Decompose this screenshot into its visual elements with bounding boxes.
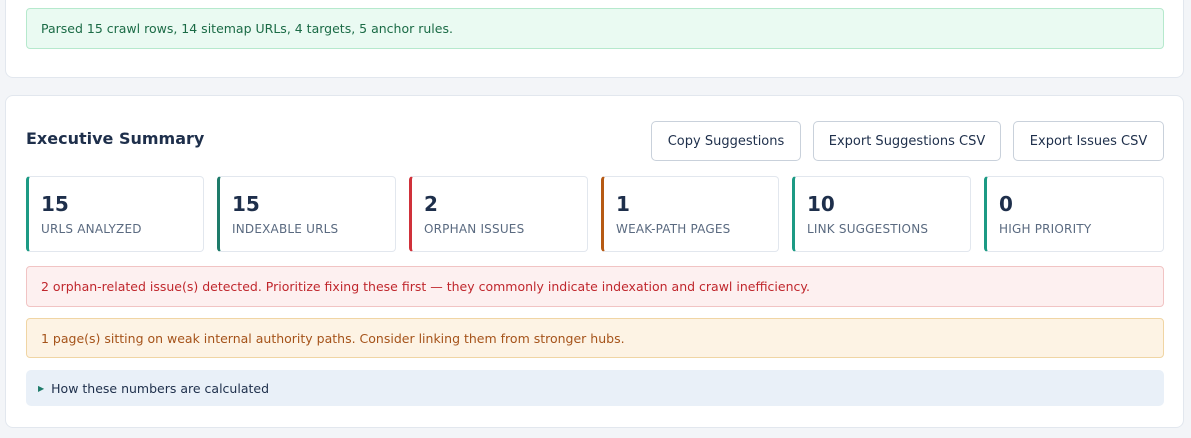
stat-label: INDEXABLE URLS	[232, 222, 339, 236]
triangle-right-icon: ▶	[38, 383, 45, 393]
stat-orphan-issues: 2 ORPHAN ISSUES	[409, 176, 588, 252]
orphan-issues-alert: 2 orphan-related issue(s) detected. Prio…	[26, 266, 1164, 307]
weak-path-alert-text: 1 page(s) sitting on weak internal autho…	[41, 330, 625, 346]
stat-value: 2	[424, 192, 438, 216]
stat-value: 0	[999, 192, 1013, 216]
stat-label: URLS ANALYZED	[41, 222, 142, 236]
export-issues-csv-button[interactable]: Export Issues CSV	[1013, 121, 1164, 161]
copy-suggestions-button[interactable]: Copy Suggestions	[651, 121, 801, 161]
stat-value: 15	[232, 192, 260, 216]
stat-label: ORPHAN ISSUES	[424, 222, 525, 236]
calculation-details-toggle[interactable]: ▶ How these numbers are calculated	[26, 370, 1164, 406]
stat-high-priority: 0 HIGH PRIORITY	[984, 176, 1164, 252]
executive-summary-card: Executive Summary Copy Suggestions Expor…	[5, 95, 1184, 428]
stat-label: HIGH PRIORITY	[999, 222, 1092, 236]
stat-value: 15	[41, 192, 69, 216]
stat-label: WEAK-PATH PAGES	[616, 222, 731, 236]
details-toggle-label: How these numbers are calculated	[51, 380, 270, 396]
stat-weak-path-pages: 1 WEAK-PATH PAGES	[601, 176, 779, 252]
stat-link-suggestions: 10 LINK SUGGESTIONS	[792, 176, 971, 252]
weak-path-alert: 1 page(s) sitting on weak internal autho…	[26, 318, 1164, 358]
stat-value: 10	[807, 192, 835, 216]
stat-value: 1	[616, 192, 630, 216]
stat-urls-analyzed: 15 URLS ANALYZED	[26, 176, 204, 252]
status-card: Parsed 15 crawl rows, 14 sitemap URLs, 4…	[5, 0, 1184, 78]
parse-success-text: Parsed 15 crawl rows, 14 sitemap URLs, 4…	[41, 21, 453, 36]
parse-success-alert: Parsed 15 crawl rows, 14 sitemap URLs, 4…	[26, 8, 1164, 49]
stat-indexable-urls: 15 INDEXABLE URLS	[217, 176, 396, 252]
section-title: Executive Summary	[26, 129, 205, 148]
orphan-alert-text: 2 orphan-related issue(s) detected. Prio…	[41, 279, 810, 294]
stat-label: LINK SUGGESTIONS	[807, 222, 929, 236]
export-suggestions-csv-button[interactable]: Export Suggestions CSV	[813, 121, 1001, 161]
